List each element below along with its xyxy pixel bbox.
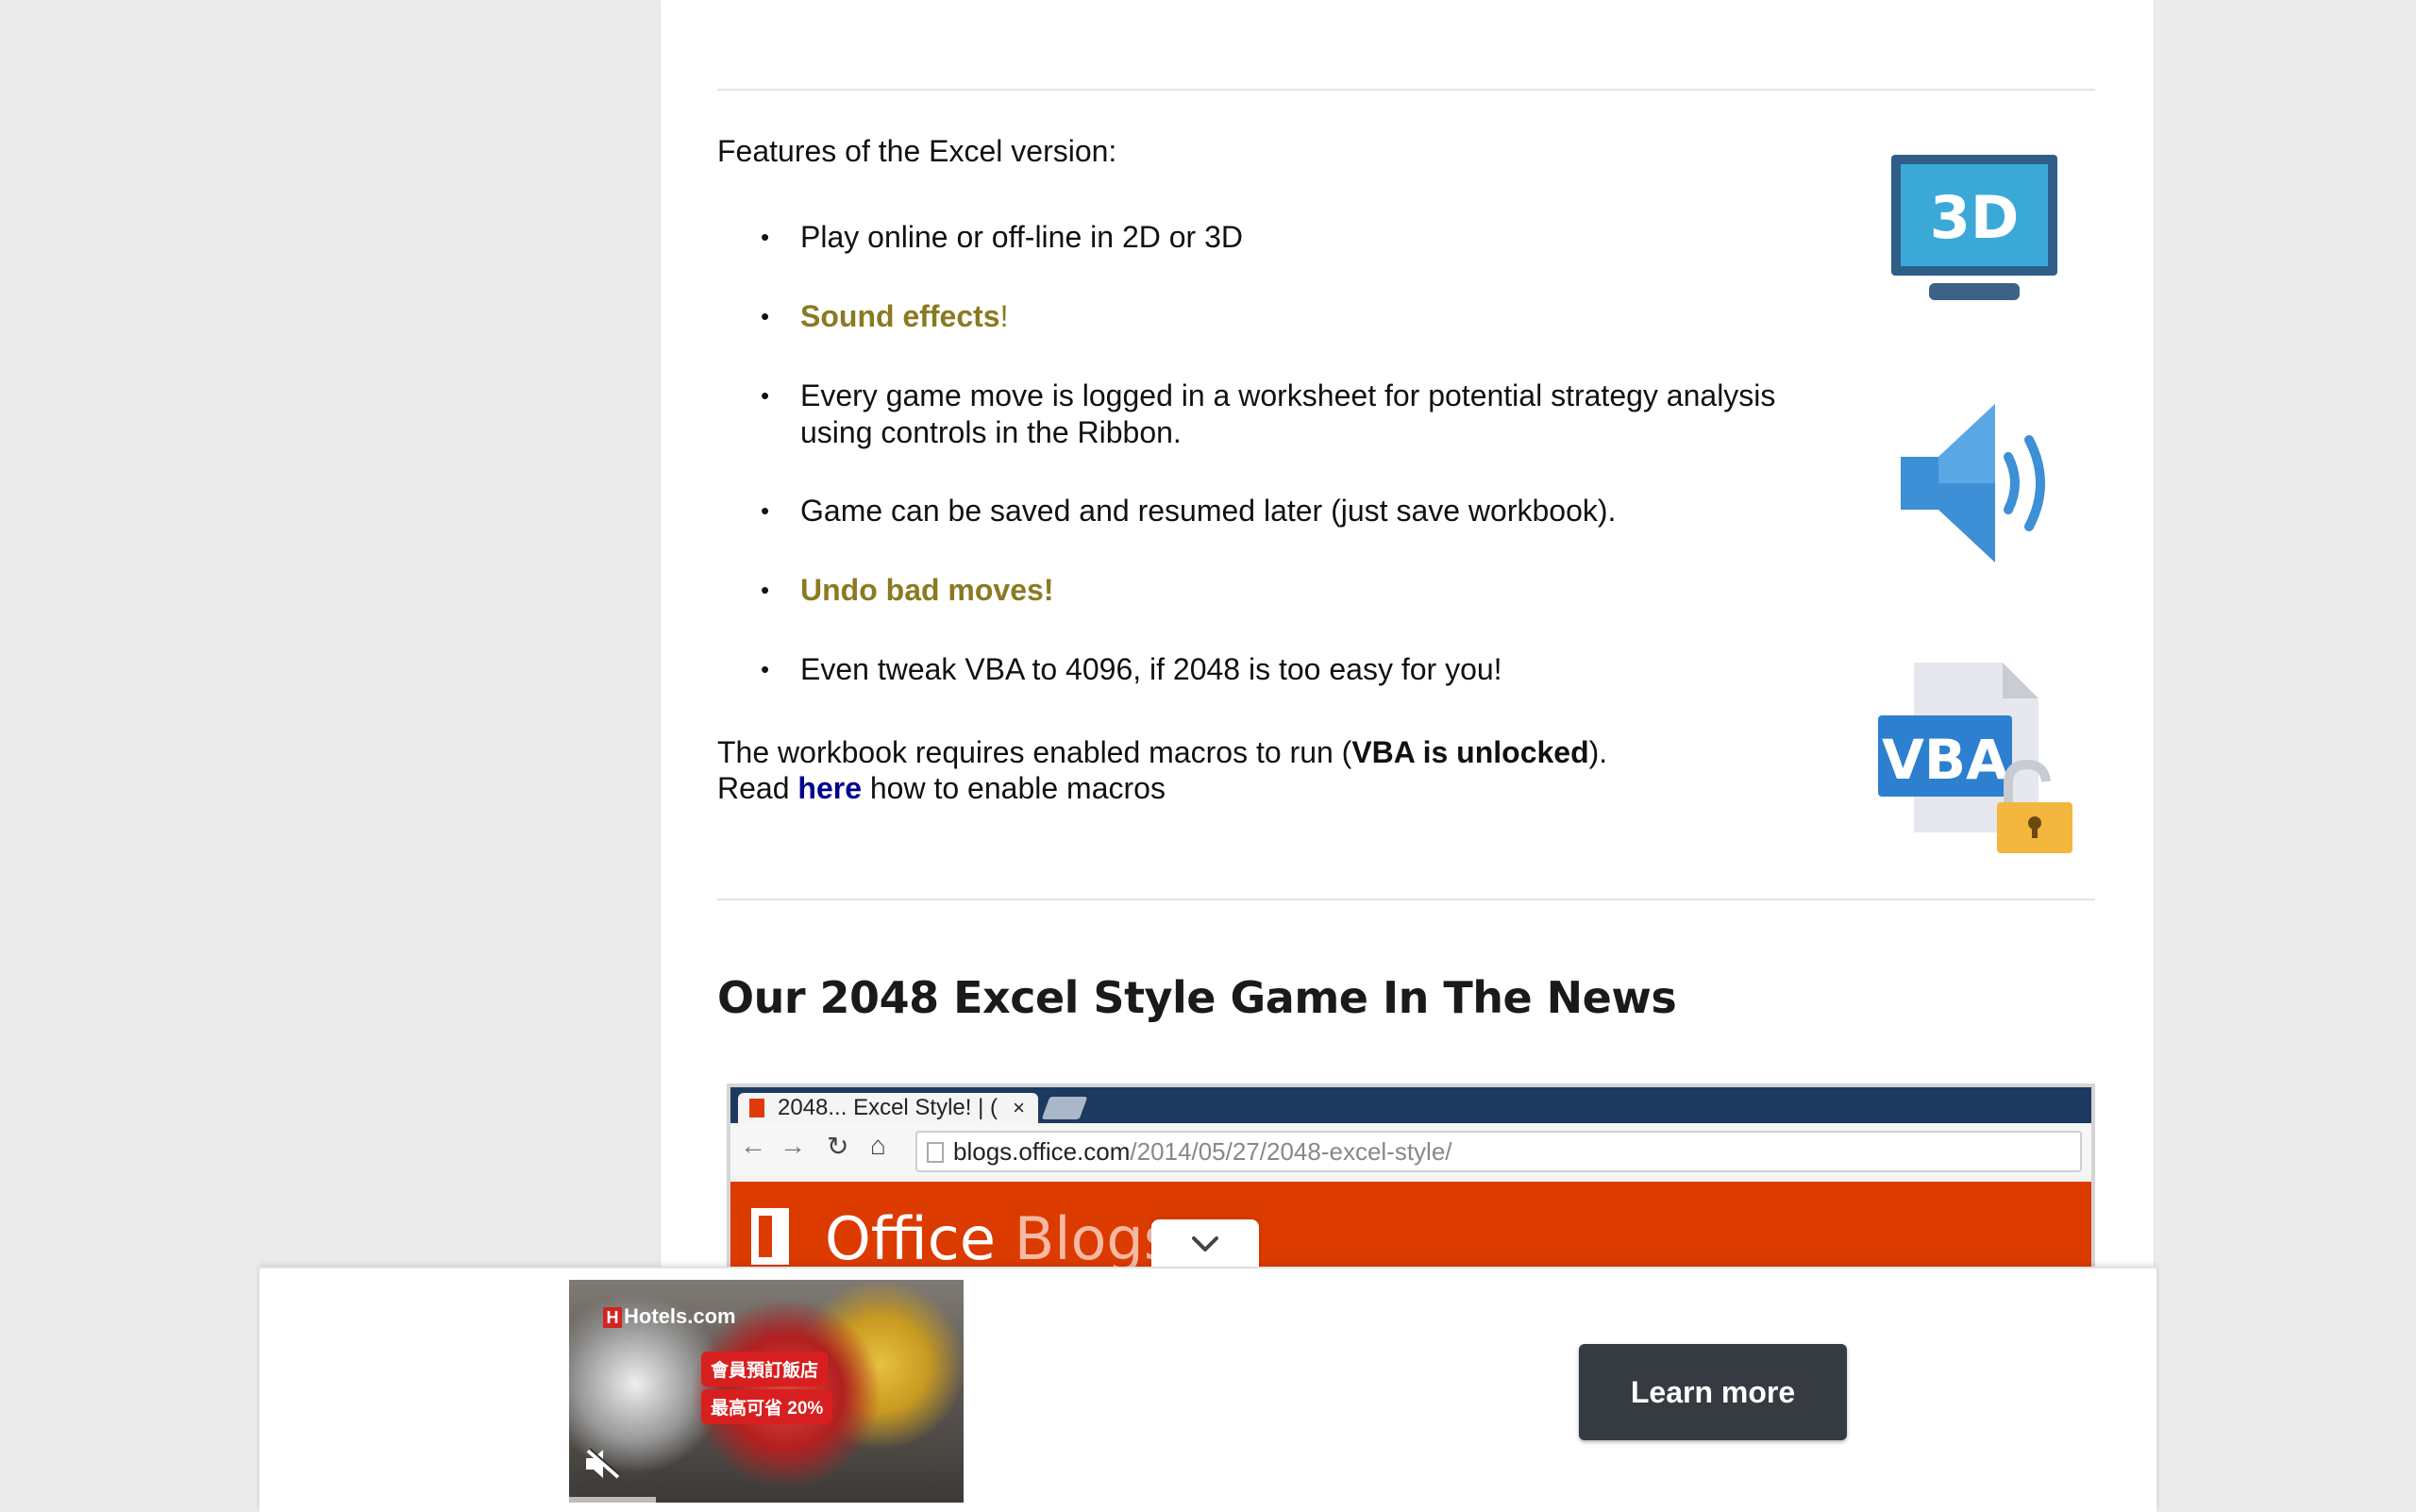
- feature-item: Undo bad moves!: [761, 572, 1838, 609]
- feature-item: Play online or off-line in 2D or 3D: [761, 219, 1838, 256]
- ad-video[interactable]: H Hotels.com 會員預訂飯店 最高可省 20%: [569, 1280, 964, 1503]
- close-icon: ×: [1013, 1096, 1025, 1119]
- enable-macros-link[interactable]: here: [797, 771, 862, 805]
- chevron-down-icon: [1192, 1236, 1218, 1252]
- vba-unlocked-icon: VBA: [1878, 659, 2076, 858]
- back-arrow-icon: ←: [740, 1131, 766, 1160]
- vba-unlocked-text: VBA is unlocked: [1351, 735, 1589, 769]
- screenshot-tab: 2048... Excel Style! | ( ×: [738, 1093, 1038, 1123]
- office-favicon-icon: [749, 1099, 764, 1117]
- ad-brand: H Hotels.com: [603, 1304, 736, 1329]
- ad-progress-bar: [569, 1497, 656, 1503]
- vba-label: VBA: [1882, 728, 2008, 792]
- feature-item: Game can be saved and resumed later (jus…: [761, 493, 1838, 529]
- speaker-icon: [1897, 398, 2061, 573]
- reload-icon: ↻: [827, 1132, 849, 1161]
- features-intro: Features of the Excel version:: [717, 134, 1117, 168]
- feature-highlight: Sound effects: [800, 299, 1000, 333]
- screenshot-tabbar: 2048... Excel Style! | ( ×: [730, 1087, 2091, 1123]
- ad-tag: 會員預訂飯店: [701, 1352, 829, 1386]
- page-icon: [927, 1142, 944, 1163]
- divider: [717, 899, 2095, 900]
- office-logo-icon: [751, 1208, 789, 1265]
- screenshot-toolbar: ← → ↻ ⌂ blogs.office.com/2014/05/27/2048…: [730, 1123, 2091, 1176]
- ad-tag: 最高可省 20%: [701, 1389, 833, 1424]
- monitor-label: 3D: [1930, 183, 2020, 252]
- feature-item: Sound effects!: [761, 298, 1838, 335]
- new-tab-icon: [1041, 1097, 1088, 1119]
- feature-highlight: Undo bad moves!: [800, 573, 1054, 607]
- macros-note: The workbook requires enabled macros to …: [717, 735, 1608, 805]
- collapse-ad-button[interactable]: [1151, 1219, 1259, 1267]
- divider: [717, 89, 2095, 91]
- 3d-monitor-icon: 3D: [1889, 153, 2059, 305]
- feature-item: Even tweak VBA to 4096, if 2048 is too e…: [761, 651, 1838, 688]
- feature-item: Every game move is logged in a worksheet…: [761, 378, 1838, 451]
- news-section-title: Our 2048 Excel Style Game In The News: [717, 972, 1677, 1023]
- home-icon: ⌂: [870, 1131, 886, 1160]
- ad-banner: H Hotels.com 會員預訂飯店 最高可省 20% Learn more: [260, 1267, 2156, 1512]
- screenshot-url-bar: blogs.office.com/2014/05/27/2048-excel-s…: [915, 1131, 2082, 1172]
- forward-arrow-icon: →: [780, 1131, 806, 1160]
- mute-icon[interactable]: [584, 1447, 622, 1486]
- learn-more-button[interactable]: Learn more: [1579, 1344, 1847, 1440]
